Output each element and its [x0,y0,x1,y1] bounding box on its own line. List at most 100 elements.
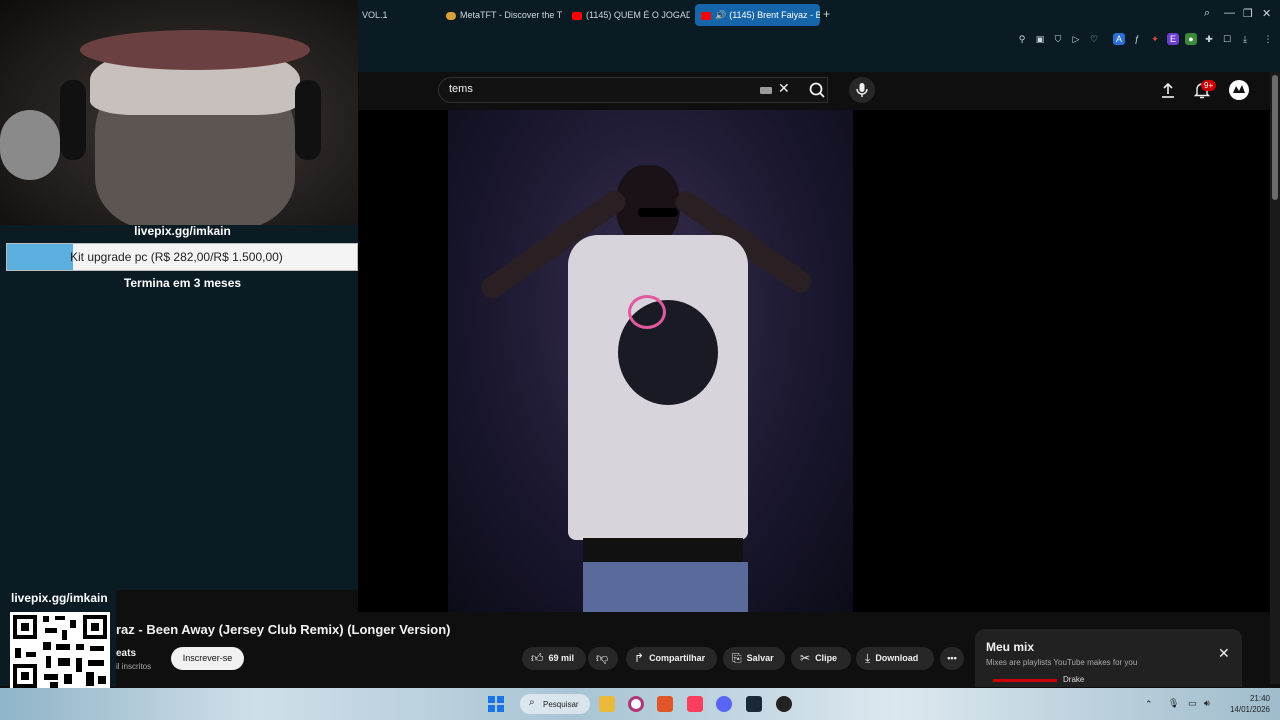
discord-icon[interactable] [716,696,732,712]
search-query-text: tems [449,83,473,95]
display-icon[interactable]: ▭ [1188,698,1197,709]
thumbs-down-icon: 👎︎ [596,651,609,665]
play-icon[interactable]: ▷ [1070,33,1082,45]
subscribe-button[interactable]: Inscrever-se [171,647,244,670]
opera-icon[interactable] [628,696,644,712]
thumbs-up-icon: 👍︎ [531,651,544,665]
pin-icon[interactable]: ⚲ [1016,33,1028,45]
youtube-icon [701,11,711,20]
mix-subtitle: Mixes are playlists YouTube makes for yo… [986,658,1138,667]
download-icon[interactable]: ⤓ [1239,33,1251,45]
extension-e-icon[interactable]: E [1167,33,1179,45]
clock-time[interactable]: 21:40 [1238,694,1270,703]
save-button[interactable]: ⎘ Salvar [723,647,785,670]
tab-youtube-brent[interactable]: 🔊 (1145) Brent Faiyaz - Be [695,4,820,26]
mix-item-artist[interactable]: Drake [1063,675,1084,684]
share-icon: ↱ [634,651,645,665]
streamer-cap [80,30,310,70]
scrollbar-thumb[interactable] [1272,75,1278,200]
donation-goal-end: Termina em 3 meses [123,276,242,290]
like-count: 69 mil [548,653,575,663]
tab-title: (1145) Brent Faiyaz - Be [729,10,820,20]
tab-vol1[interactable]: VOL.1 [356,4,436,26]
heart-icon[interactable]: ♡ [1088,33,1100,45]
qr-url: livepix.gg/imkain [11,591,108,605]
mic-icon [856,83,868,97]
translate-icon[interactable]: A [1113,33,1125,45]
clip-button[interactable]: ✂ Clipe [791,647,851,670]
tray-chevron-icon[interactable]: ⌃ [1145,699,1153,710]
extension-green-icon[interactable]: ● [1185,33,1197,45]
subscriber-count: il inscritos [116,662,152,671]
clock-date[interactable]: 14/01/2026 [1226,705,1270,714]
download-label: Download [875,653,919,663]
tab-metatft[interactable]: MetaTFT - Discover the Ti [440,4,562,26]
photoshop-icon[interactable] [657,696,673,712]
video-frame [448,110,853,612]
scissors-icon: ✂ [800,651,811,665]
donation-goal-fill [7,244,73,270]
pink-logo [628,295,666,329]
volume-icon[interactable]: 🔊︎ [1204,698,1210,709]
mix-title: Meu mix [986,640,1035,654]
clip-label: Clipe [815,653,838,663]
extension-f-icon[interactable]: ƒ [1131,33,1143,45]
like-button[interactable]: 👍︎ 69 mil [522,647,586,670]
headphone-left [60,80,86,160]
tab-search-icon[interactable]: ⌕ [1204,7,1210,20]
jeans [583,562,748,612]
dislike-button[interactable]: 👎︎ [588,647,618,670]
search-icon: ⌕ [529,697,535,708]
clear-search-icon[interactable]: ✕ [778,80,790,97]
collections-icon[interactable]: ☐ [1221,33,1233,45]
youtube-icon [572,11,582,20]
mix-item-thumbnail[interactable] [993,679,1057,682]
tab-title: MetaTFT - Discover the Ti [460,10,562,20]
windows-start-icon[interactable] [488,696,504,717]
taskbar-search-label: Pesquisar [543,700,579,709]
download-button[interactable]: ⤓ Download [856,647,934,670]
person-head [616,165,680,245]
steam-icon[interactable] [746,696,762,712]
headphone-right [295,80,321,160]
share-label: Compartilhar [649,653,706,663]
download-icon: ⤓ [865,651,871,665]
shield-icon[interactable]: ⛉ [1052,33,1064,45]
file-explorer-icon[interactable] [599,696,615,712]
webcam-feed [0,0,358,225]
speaker-icon: 🔊 [715,10,727,20]
menu-icon[interactable]: ⋮ [1262,33,1274,45]
keyboard-icon[interactable] [760,87,772,94]
video-title: raz - Been Away (Jersey Club Remix) (Lon… [116,622,451,637]
extension-red-icon[interactable]: ✦ [1149,33,1161,45]
puzzle-icon[interactable]: ✚ [1203,33,1215,45]
voice-search-button[interactable] [849,77,875,103]
save-label: Salvar [746,653,774,663]
restore-icon[interactable]: ❐ [1243,7,1253,20]
more-actions-button[interactable]: ••• [940,647,964,670]
bookmark-icon: ⎘ [732,651,742,665]
close-window-icon[interactable]: ✕ [1262,7,1271,20]
qr-code-pattern [13,615,107,688]
avatar[interactable] [1229,80,1249,100]
upload-icon[interactable] [1160,81,1176,104]
minimize-icon[interactable]: — [1224,7,1235,19]
tab-youtube-quem[interactable]: (1145) QUEM É O JOGADO [566,4,690,26]
microphone [0,110,60,180]
screenshot-icon[interactable]: ▣ [1034,33,1046,45]
more-icon: ••• [947,653,957,663]
search-button[interactable] [800,77,834,103]
share-button[interactable]: ↱ Compartilhar [626,647,717,670]
tab-title: VOL.1 [362,10,388,20]
channel-name[interactable]: eats [116,648,136,659]
donation-goal-text: Kit upgrade pc (R$ 282,00/R$ 1.500,00) [70,250,283,264]
belt [583,538,743,562]
music-icon[interactable] [687,696,703,712]
new-tab-button[interactable]: + [823,7,830,21]
close-icon[interactable]: ✕ [1218,645,1230,662]
tab-title: (1145) QUEM É O JOGADO [586,10,690,20]
mic-tray-icon[interactable]: 🎙︎ [1168,698,1179,709]
notification-badge: 9+ [1201,80,1217,91]
obs-icon[interactable] [776,696,792,712]
search-icon [809,82,825,98]
